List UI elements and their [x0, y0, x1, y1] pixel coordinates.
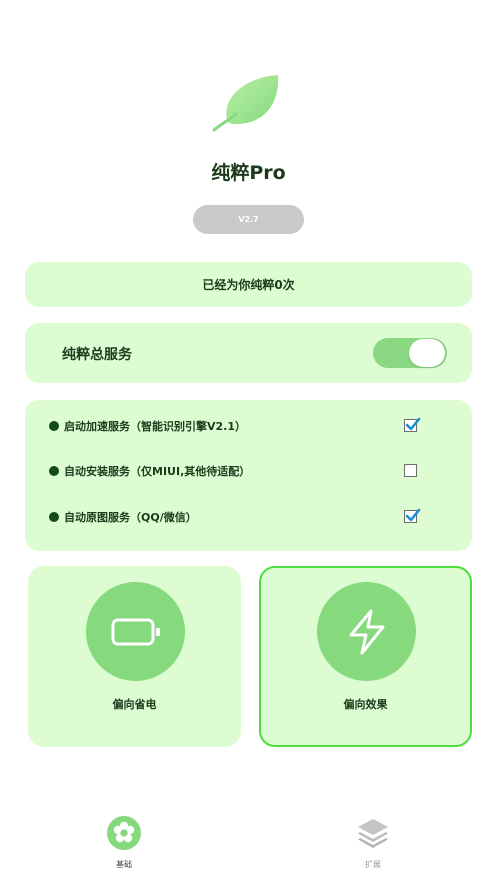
- toggle-knob: [409, 339, 445, 367]
- main-service-toggle[interactable]: [373, 338, 447, 368]
- nav-tab-basic[interactable]: 基础: [94, 815, 154, 870]
- flower-icon: [106, 815, 142, 851]
- nav-label-basic: 基础: [116, 860, 132, 869]
- option-row-auto-install: 自动安装服务（仅MIUI,其他待适配）: [49, 461, 429, 481]
- performance-mode-circle: [317, 582, 416, 681]
- checkmark-icon: [405, 417, 421, 431]
- main-service-card: 纯粹总服务: [25, 323, 472, 383]
- performance-mode-card[interactable]: 偏向效果: [259, 566, 472, 747]
- checkmark-icon: [405, 508, 421, 522]
- purify-counter-card: 已经为你纯粹0次: [25, 262, 472, 307]
- leaf-logo-icon: [210, 72, 286, 134]
- main-service-label: 纯粹总服务: [62, 347, 132, 363]
- battery-icon: [111, 618, 160, 645]
- option-label: 启动加速服务（智能识别引擎V2.1）: [64, 420, 246, 433]
- option-label: 自动安装服务（仅MIUI,其他待适配）: [64, 465, 251, 478]
- original-image-checkbox[interactable]: [404, 508, 421, 523]
- bullet-icon: [49, 512, 59, 522]
- performance-mode-label: 偏向效果: [343, 698, 388, 711]
- power-saving-mode-card[interactable]: 偏向省电: [28, 566, 241, 747]
- purify-counter-text: 已经为你纯粹0次: [202, 278, 295, 292]
- option-row-launch-boost: 启动加速服务（智能识别引擎V2.1）: [49, 416, 429, 436]
- auto-install-checkbox[interactable]: [404, 464, 417, 477]
- launch-boost-checkbox[interactable]: [404, 417, 421, 432]
- app-screen: 纯粹Pro V2.7 已经为你纯粹0次 纯粹总服务 启动加速服务（智能识别引擎V…: [0, 0, 497, 883]
- app-title: 纯粹Pro: [211, 162, 286, 184]
- option-label: 自动原图服务（QQ/微信）: [64, 511, 197, 524]
- power-saving-mode-label: 偏向省电: [112, 698, 157, 711]
- service-options-card: 启动加速服务（智能识别引擎V2.1） 自动安装服务（仅MIUI,其他待适配） 自…: [25, 400, 472, 551]
- layers-icon: [355, 815, 391, 851]
- option-row-original-image: 自动原图服务（QQ/微信）: [49, 507, 429, 527]
- nav-label-extension: 扩展: [365, 860, 381, 869]
- lightning-icon: [349, 609, 384, 654]
- version-badge[interactable]: V2.7: [193, 205, 304, 234]
- bullet-icon: [49, 466, 59, 476]
- version-label: V2.7: [238, 215, 259, 224]
- power-saving-mode-circle: [86, 582, 185, 681]
- bullet-icon: [49, 421, 59, 431]
- nav-tab-extension[interactable]: 扩展: [343, 815, 403, 870]
